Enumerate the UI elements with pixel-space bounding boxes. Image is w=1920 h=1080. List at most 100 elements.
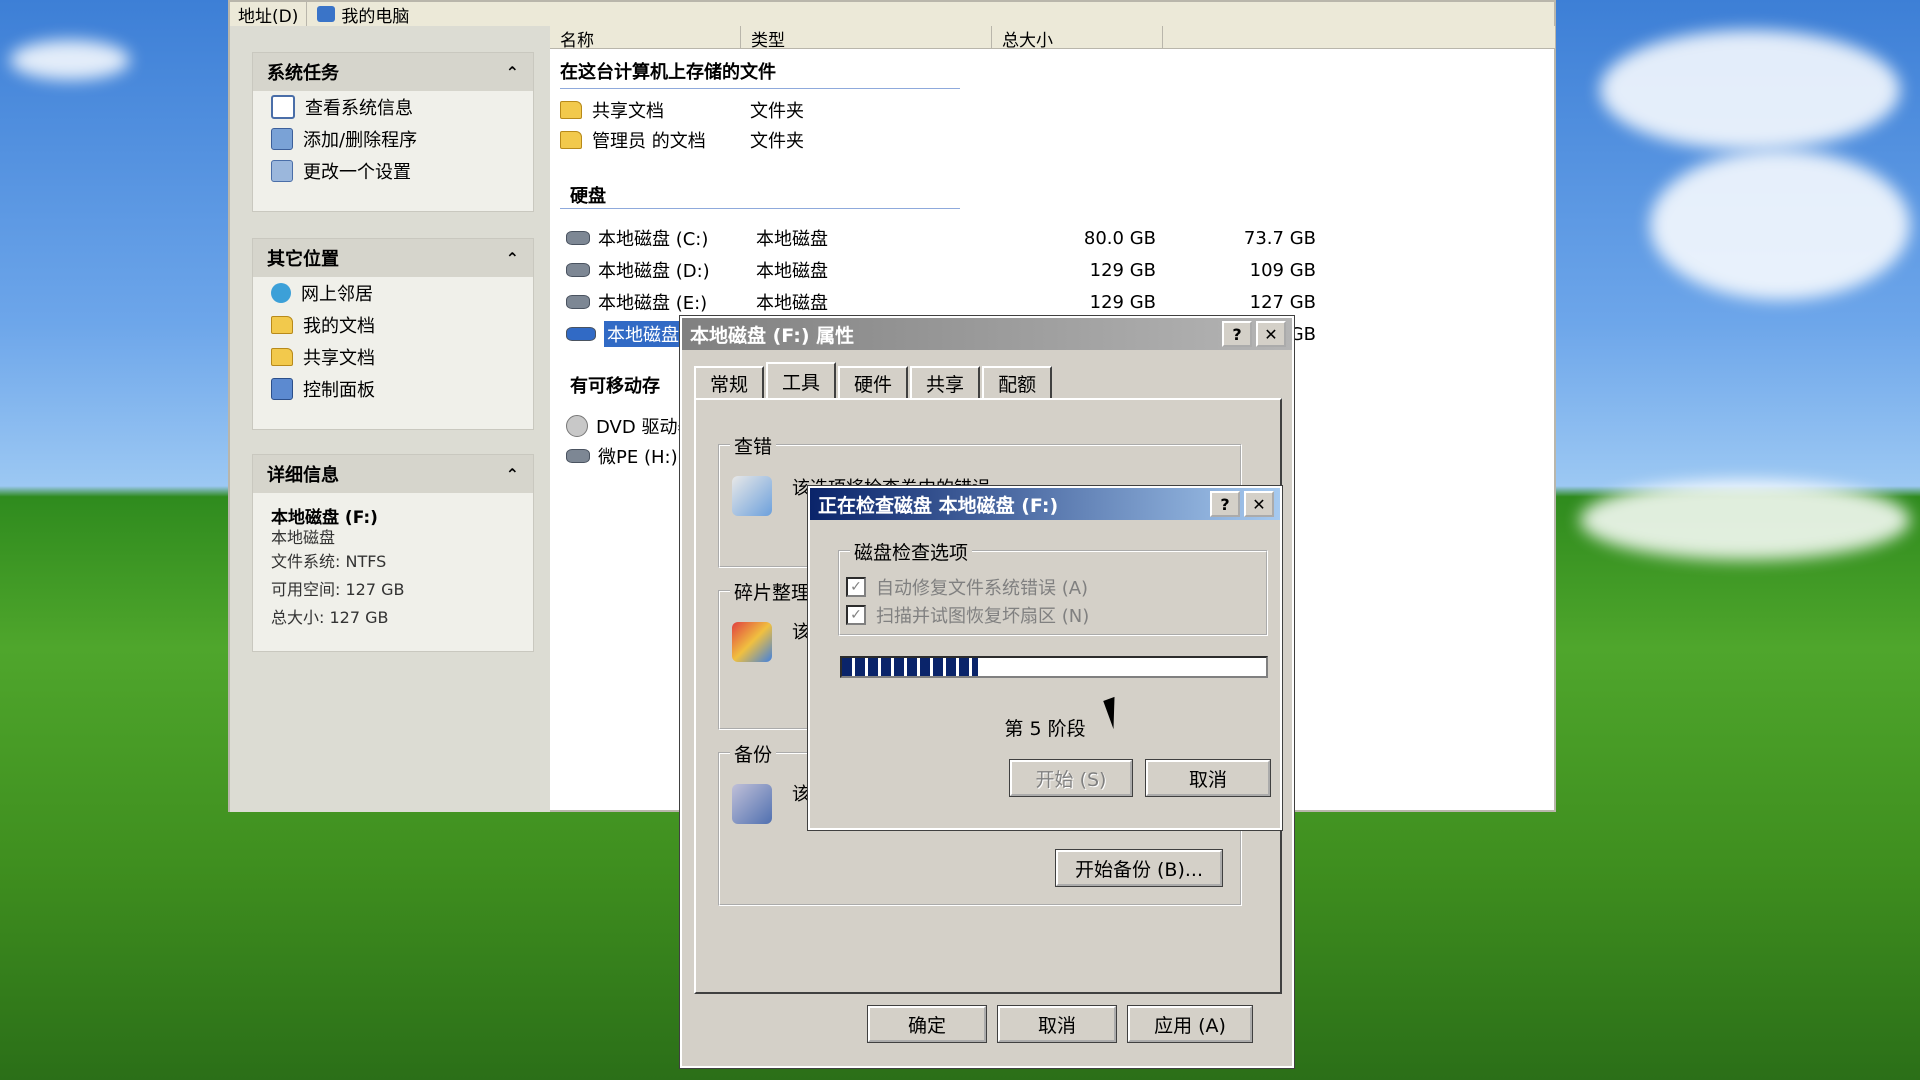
item-name: 共享文档 — [592, 101, 664, 122]
defrag-icon — [732, 622, 772, 662]
network-places-icon — [271, 283, 291, 303]
cloud — [10, 40, 130, 80]
dvd-drive-icon — [566, 415, 588, 437]
task-add-remove-programs[interactable]: 添加/删除程序 — [253, 123, 533, 155]
defrag-label: 碎片整理 — [730, 578, 815, 605]
cloud — [1650, 150, 1910, 300]
add-remove-programs-icon — [271, 128, 293, 150]
place-my-documents[interactable]: 我的文档 — [253, 309, 533, 341]
tab-general[interactable]: 常规 — [694, 366, 765, 398]
checkdisk-titlebar[interactable]: 正在检查磁盘 本地磁盘 (F:) ? ✕ — [810, 488, 1280, 520]
tab-hardware[interactable]: 硬件 — [838, 366, 909, 398]
start-backup-button[interactable]: 开始备份 (B)... — [1055, 849, 1223, 887]
phase-label: 第 5 阶段 — [1004, 718, 1086, 740]
list-item[interactable]: 共享文档 文件夹 — [560, 96, 1010, 124]
start-button[interactable]: 开始 (S) — [1009, 759, 1133, 797]
scan-recover-label: 扫描并试图恢复坏扇区 (N) — [876, 606, 1090, 627]
address-value[interactable]: 我的电脑 — [341, 2, 409, 27]
checkdisk-cancel-button[interactable]: 取消 — [1145, 759, 1271, 797]
item-total: 80.0 GB — [1083, 227, 1156, 249]
collapse-chevron-icon[interactable]: ⌃ — [506, 249, 519, 268]
backup-label: 备份 — [730, 740, 777, 767]
divider — [560, 208, 960, 209]
place-network[interactable]: 网上邻居 — [253, 277, 533, 309]
hard-disk-icon — [566, 327, 596, 341]
apply-button[interactable]: 应用 (A) — [1127, 1005, 1253, 1043]
error-check-label: 查错 — [730, 432, 777, 459]
address-bar: 地址(D) 我的电脑 — [230, 1, 1554, 27]
collapse-chevron-icon[interactable]: ⌃ — [506, 465, 519, 484]
address-label: 地址(D) — [230, 1, 308, 27]
section-removable: 有可移动存 — [570, 376, 660, 397]
item-type: 文件夹 — [750, 131, 804, 152]
check-disk-dialog: 正在检查磁盘 本地磁盘 (F:) ? ✕ 磁盘检查选项 ✓ 自动修复文件系统错误… — [807, 485, 1283, 831]
item-total: 129 GB — [1089, 259, 1156, 281]
system-tasks-header[interactable]: 系统任务 ⌃ — [253, 53, 533, 91]
list-item[interactable]: 本地磁盘 (E:) 本地磁盘 129 GB 127 GB — [566, 288, 1316, 316]
item-type: 本地磁盘 — [756, 261, 828, 282]
column-type[interactable]: 类型 — [741, 26, 992, 51]
item-free: 73.7 GB — [1243, 227, 1316, 249]
my-computer-icon — [317, 6, 336, 22]
scan-recover-checkbox[interactable]: ✓ — [846, 605, 866, 625]
cancel-button[interactable]: 取消 — [997, 1005, 1117, 1043]
tasks-pane: 系统任务 ⌃ 查看系统信息 添加/删除程序 更改一个设置 其它位置 ⌃ 网上邻居… — [230, 26, 550, 812]
place-label: 共享文档 — [303, 348, 375, 369]
tab-tools[interactable]: 工具 — [766, 362, 837, 398]
my-documents-icon — [271, 316, 293, 334]
properties-titlebar[interactable]: 本地磁盘 (F:) 属性 ? ✕ — [682, 318, 1292, 350]
column-total-size[interactable]: 总大小 — [992, 26, 1163, 51]
checkdisk-title: 正在检查磁盘 本地磁盘 (F:) — [818, 494, 1059, 517]
system-tasks-box: 系统任务 ⌃ 查看系统信息 添加/删除程序 更改一个设置 — [252, 52, 534, 212]
list-item[interactable]: 本地磁盘 (C:) 本地磁盘 80.0 GB 73.7 GB — [566, 224, 1316, 252]
auto-fix-option[interactable]: ✓ 自动修复文件系统错误 (A) — [846, 574, 1088, 600]
cloud — [1580, 480, 1910, 560]
column-header: 名称 类型 总大小 — [550, 26, 1556, 51]
item-name: 本地磁盘 (E:) — [598, 293, 708, 314]
folder-icon — [560, 101, 582, 119]
detail-drive-name: 本地磁盘 (F:) — [271, 508, 378, 528]
place-shared-documents[interactable]: 共享文档 — [253, 341, 533, 373]
column-name[interactable]: 名称 — [550, 26, 741, 51]
place-label: 网上邻居 — [301, 284, 373, 305]
close-button[interactable]: ✕ — [1244, 491, 1274, 517]
details-header[interactable]: 详细信息 ⌃ — [253, 455, 533, 493]
close-button[interactable]: ✕ — [1256, 321, 1286, 347]
item-type: 本地磁盘 — [756, 293, 828, 314]
divider — [560, 88, 960, 89]
item-free: 127 GB — [1249, 291, 1316, 313]
settings-icon — [271, 160, 293, 182]
section-hard-disks: 硬盘 — [570, 186, 606, 207]
item-name: 本地磁盘 (C:) — [598, 229, 709, 250]
hard-disk-icon — [566, 263, 590, 277]
help-button[interactable]: ? — [1210, 491, 1240, 517]
item-free: 109 GB — [1249, 259, 1316, 281]
auto-fix-checkbox[interactable]: ✓ — [846, 577, 866, 597]
tab-quota[interactable]: 配额 — [982, 366, 1053, 398]
place-label: 我的文档 — [303, 316, 375, 337]
removable-disk-icon — [566, 449, 590, 463]
progress-fill — [842, 658, 978, 676]
hard-disk-icon — [566, 231, 590, 245]
detail-file-system: 文件系统: NTFS — [271, 552, 387, 571]
backup-icon — [732, 784, 772, 824]
ok-button[interactable]: 确定 — [867, 1005, 987, 1043]
task-view-system-info[interactable]: 查看系统信息 — [253, 91, 533, 123]
detail-total-size: 总大小: 127 GB — [271, 608, 389, 627]
other-places-box: 其它位置 ⌃ 网上邻居 我的文档 共享文档 控制面板 — [252, 238, 534, 430]
list-item[interactable]: 管理员 的文档 文件夹 — [560, 126, 1010, 154]
help-button[interactable]: ? — [1222, 321, 1252, 347]
collapse-chevron-icon[interactable]: ⌃ — [506, 63, 519, 82]
list-item[interactable]: 本地磁盘 (D:) 本地磁盘 129 GB 109 GB — [566, 256, 1316, 284]
properties-tabs: 常规 工具 硬件 共享 配额 — [694, 362, 1054, 398]
tab-sharing[interactable]: 共享 — [910, 366, 981, 398]
scan-recover-option[interactable]: ✓ 扫描并试图恢复坏扇区 (N) — [846, 602, 1089, 628]
task-label: 添加/删除程序 — [303, 130, 418, 151]
place-control-panel[interactable]: 控制面板 — [253, 373, 533, 405]
check-options-label: 磁盘检查选项 — [850, 538, 973, 565]
folder-icon — [560, 131, 582, 149]
task-change-setting[interactable]: 更改一个设置 — [253, 155, 533, 187]
column-free[interactable] — [1163, 26, 1556, 48]
hard-disk-icon — [566, 295, 590, 309]
other-places-header[interactable]: 其它位置 ⌃ — [253, 239, 533, 277]
